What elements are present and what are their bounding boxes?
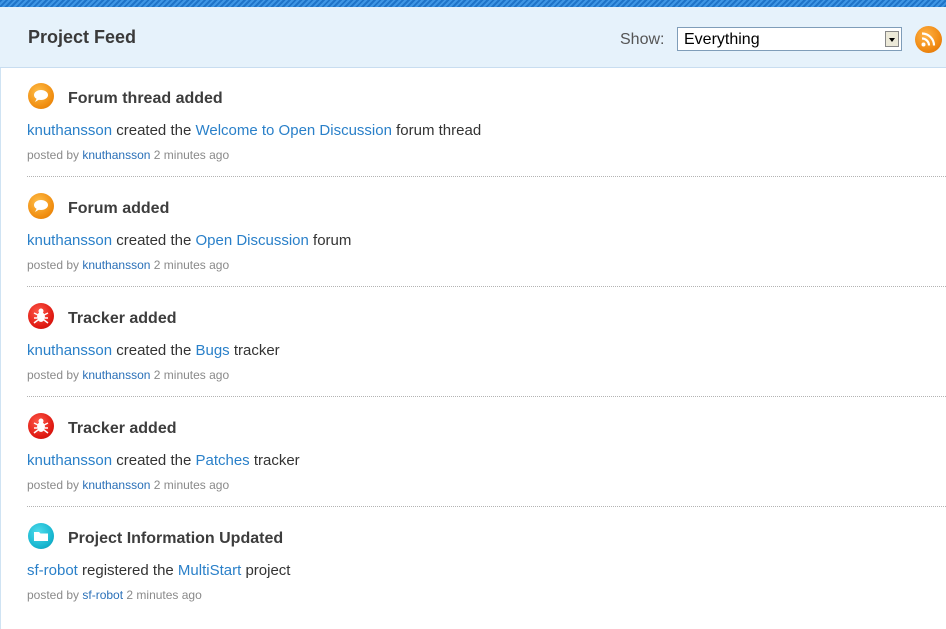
- feed-item-verb: created the: [112, 232, 196, 249]
- feed-item-title: Forum added: [68, 200, 170, 217]
- feed-item-verb: created the: [112, 452, 196, 469]
- speech-bubble-icon: [28, 83, 54, 109]
- feed-item-meta: posted by knuthansson 2 minutes ago: [27, 148, 229, 162]
- target-link[interactable]: Open Discussion: [195, 232, 308, 249]
- posted-by-label: posted by: [27, 478, 83, 492]
- poster-link[interactable]: knuthansson: [82, 368, 150, 382]
- user-link[interactable]: knuthansson: [27, 342, 112, 359]
- timestamp: 2 minutes ago: [150, 368, 230, 382]
- feed-item-meta: posted by sf-robot 2 minutes ago: [27, 588, 202, 602]
- timestamp: 2 minutes ago: [123, 588, 202, 602]
- feed-item-meta: posted by knuthansson 2 minutes ago: [27, 478, 229, 492]
- filter-select[interactable]: Everything: [677, 27, 902, 51]
- feed-item-suffix: forum thread: [391, 122, 482, 139]
- poster-link[interactable]: knuthansson: [82, 258, 150, 272]
- timestamp: 2 minutes ago: [150, 148, 230, 162]
- user-link[interactable]: knuthansson: [27, 122, 112, 139]
- divider: [27, 176, 946, 177]
- project-feed-page: Project Feed Show: Everything Forum thre…: [0, 0, 946, 629]
- chevron-down-icon[interactable]: [885, 31, 899, 47]
- timestamp: 2 minutes ago: [150, 478, 230, 492]
- posted-by-label: posted by: [27, 368, 83, 382]
- divider: [27, 396, 946, 397]
- feed-item-verb: created the: [112, 342, 196, 359]
- show-label: Show:: [620, 31, 665, 48]
- feed-item-title: Forum thread added: [68, 90, 223, 107]
- target-link[interactable]: Patches: [195, 452, 249, 469]
- user-link[interactable]: knuthansson: [27, 232, 112, 249]
- feed-item-suffix: project: [241, 562, 291, 579]
- posted-by-label: posted by: [27, 258, 83, 272]
- feed-item: Project Information Updated sf-robot reg…: [0, 508, 946, 618]
- posted-by-label: posted by: [27, 588, 83, 602]
- feed-item-verb: registered the: [77, 562, 178, 579]
- feed-item-suffix: tracker: [229, 342, 280, 359]
- poster-link[interactable]: knuthansson: [82, 148, 150, 162]
- timestamp: 2 minutes ago: [150, 258, 230, 272]
- feed-item-meta: posted by knuthansson 2 minutes ago: [27, 368, 229, 382]
- bug-icon: [28, 303, 54, 329]
- poster-link[interactable]: sf-robot: [82, 588, 123, 602]
- feed-item-body: knuthansson created the Open Discussion …: [27, 232, 351, 249]
- posted-by-label: posted by: [27, 148, 83, 162]
- user-link[interactable]: knuthansson: [27, 452, 112, 469]
- divider: [27, 506, 946, 507]
- speech-bubble-icon: [28, 193, 54, 219]
- feed-item-suffix: tracker: [249, 452, 300, 469]
- feed-item: Tracker added knuthansson created the Bu…: [0, 288, 946, 398]
- feed-item-verb: created the: [112, 122, 196, 139]
- feed-item-body: knuthansson created the Welcome to Open …: [27, 122, 481, 139]
- rss-icon[interactable]: [915, 26, 942, 53]
- divider: [27, 286, 946, 287]
- feed-item: Forum added knuthansson created the Open…: [0, 178, 946, 288]
- feed-item-title: Tracker added: [68, 420, 177, 437]
- feed-header: Project Feed Show: Everything: [0, 7, 946, 68]
- feed-item: Forum thread added knuthansson created t…: [0, 68, 946, 178]
- feed-item-title: Tracker added: [68, 310, 177, 327]
- page-title: Project Feed: [28, 27, 137, 47]
- bug-icon: [28, 413, 54, 439]
- feed-item-body: sf-robot registered the MultiStart proje…: [27, 562, 290, 579]
- target-link[interactable]: MultiStart: [178, 562, 241, 579]
- folder-icon: [28, 523, 54, 549]
- filter-select-value: Everything: [684, 31, 760, 48]
- feed-item-body: knuthansson created the Bugs tracker: [27, 342, 280, 359]
- target-link[interactable]: Welcome to Open Discussion: [195, 122, 391, 139]
- user-link[interactable]: sf-robot: [27, 562, 78, 579]
- feed-item-suffix: forum: [308, 232, 352, 249]
- feed-item-title: Project Information Updated: [68, 530, 284, 547]
- top-stripe: [0, 0, 946, 7]
- feed-item: Tracker added knuthansson created the Pa…: [0, 398, 946, 508]
- poster-link[interactable]: knuthansson: [82, 478, 150, 492]
- feed-item-body: knuthansson created the Patches tracker: [27, 452, 300, 469]
- target-link[interactable]: Bugs: [195, 342, 229, 359]
- feed-item-meta: posted by knuthansson 2 minutes ago: [27, 258, 229, 272]
